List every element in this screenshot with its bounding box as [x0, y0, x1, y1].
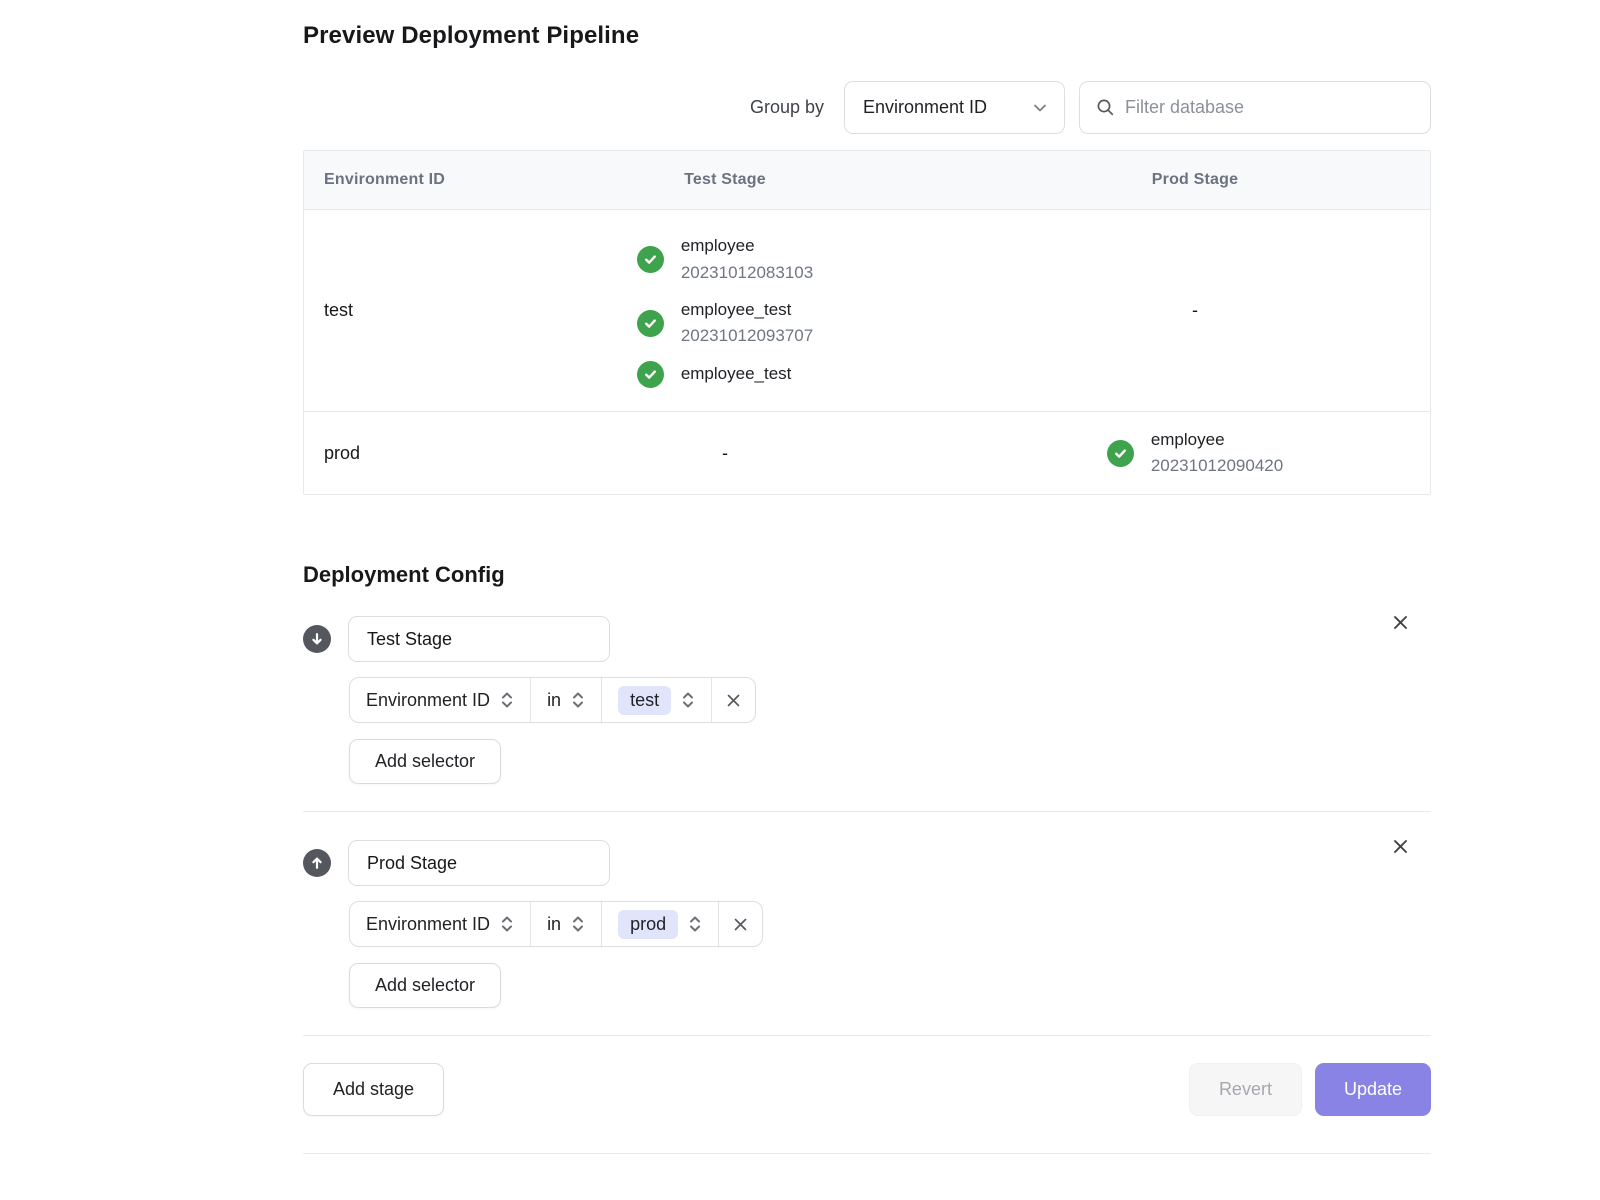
deployment-item: employee_test 20231012093707 [637, 297, 813, 350]
add-selector-button[interactable]: Add selector [349, 963, 501, 1008]
table-header-row: Environment ID Test Stage Prod Stage [304, 151, 1430, 210]
selector-value-badge: test [618, 686, 671, 715]
test-stage-cell: employee 20231012083103 employee_test 20… [490, 233, 960, 387]
selector-operator-value: in [547, 914, 561, 935]
database-name: employee [1151, 427, 1283, 453]
group-by-selected-value: Environment ID [863, 97, 987, 118]
selector-operator-select[interactable]: in [530, 902, 601, 946]
stage-divider [303, 1035, 1431, 1036]
selector-field-value: Environment ID [366, 914, 490, 935]
close-icon [1391, 613, 1410, 632]
success-check-icon [1107, 440, 1134, 467]
prod-stage-cell: employee 20231012090420 [960, 427, 1430, 480]
selector-operator-select[interactable]: in [530, 678, 601, 722]
selector-value-select[interactable]: test [601, 678, 711, 722]
stage-config-test: Environment ID in test [303, 588, 1431, 784]
deployment-list: employee 20231012090420 [1107, 427, 1283, 480]
footer-actions: Add stage Revert Update [303, 1063, 1431, 1116]
deployment-version: 20231012083103 [681, 260, 813, 286]
selector-field-select[interactable]: Environment ID [350, 902, 530, 946]
prod-stage-empty-cell: - [960, 300, 1430, 321]
arrow-down-circle-icon [303, 625, 331, 653]
success-check-icon [637, 246, 664, 273]
toolbar: Group by Environment ID [303, 81, 1431, 134]
selector-rule: Environment ID in test [349, 677, 756, 723]
selector-field-select[interactable]: Environment ID [350, 678, 530, 722]
deployment-item: employee_test [637, 361, 813, 388]
stage-name-input[interactable] [348, 840, 610, 886]
environment-id-cell: prod [304, 443, 490, 464]
deployment-list: employee 20231012083103 employee_test 20… [637, 233, 813, 387]
remove-selector-button[interactable] [718, 902, 762, 946]
environment-id-cell: test [304, 300, 490, 321]
selector-rule: Environment ID in prod [349, 901, 763, 947]
database-name: employee_test [681, 361, 792, 387]
deployment-config-heading: Deployment Config [303, 562, 1431, 588]
success-check-icon [637, 310, 664, 337]
revert-button[interactable]: Revert [1189, 1063, 1302, 1116]
deployment-version: 20231012093707 [681, 323, 813, 349]
updown-chevron-icon [681, 690, 695, 710]
close-icon [732, 916, 749, 933]
database-name: employee_test [681, 297, 813, 323]
test-stage-empty-cell: - [490, 443, 960, 464]
success-check-icon [637, 361, 664, 388]
deployment-pipeline-page: Preview Deployment Pipeline Group by Env… [303, 0, 1431, 1154]
table-row: test employee 20231012083103 [304, 210, 1430, 411]
deployment-item: employee 20231012083103 [637, 233, 813, 286]
selector-operator-value: in [547, 690, 561, 711]
pipeline-table: Environment ID Test Stage Prod Stage tes… [303, 150, 1431, 495]
arrow-up-circle-icon [303, 849, 331, 877]
remove-selector-button[interactable] [711, 678, 755, 722]
add-selector-button[interactable]: Add selector [349, 739, 501, 784]
updown-chevron-icon [571, 914, 585, 934]
add-stage-button[interactable]: Add stage [303, 1063, 444, 1116]
database-name: employee [681, 233, 813, 259]
close-icon [725, 692, 742, 709]
group-by-label: Group by [750, 97, 824, 118]
filter-database-input[interactable] [1125, 97, 1414, 118]
deployment-version: 20231012090420 [1151, 453, 1283, 479]
table-row: prod - employee 20231012090420 [304, 411, 1430, 494]
selector-field-value: Environment ID [366, 690, 490, 711]
close-icon [1391, 837, 1410, 856]
column-header-environment-id: Environment ID [304, 171, 490, 189]
search-icon [1096, 98, 1115, 117]
selector-value-badge: prod [618, 910, 678, 939]
chevron-down-icon [1032, 100, 1048, 116]
column-header-test-stage: Test Stage [490, 171, 960, 189]
stage-config-prod: Environment ID in prod [303, 812, 1431, 1008]
update-button[interactable]: Update [1315, 1063, 1431, 1116]
updown-chevron-icon [688, 914, 702, 934]
group-by-select[interactable]: Environment ID [844, 81, 1065, 134]
selector-value-select[interactable]: prod [601, 902, 718, 946]
updown-chevron-icon [571, 690, 585, 710]
page-title: Preview Deployment Pipeline [303, 22, 1431, 50]
stage-name-input[interactable] [348, 616, 610, 662]
filter-database-field [1079, 81, 1431, 134]
deployment-item: employee 20231012090420 [1107, 427, 1283, 480]
column-header-prod-stage: Prod Stage [960, 171, 1430, 189]
updown-chevron-icon [500, 690, 514, 710]
remove-stage-button[interactable] [1388, 834, 1412, 858]
bottom-divider [303, 1153, 1431, 1154]
updown-chevron-icon [500, 914, 514, 934]
remove-stage-button[interactable] [1388, 610, 1412, 634]
